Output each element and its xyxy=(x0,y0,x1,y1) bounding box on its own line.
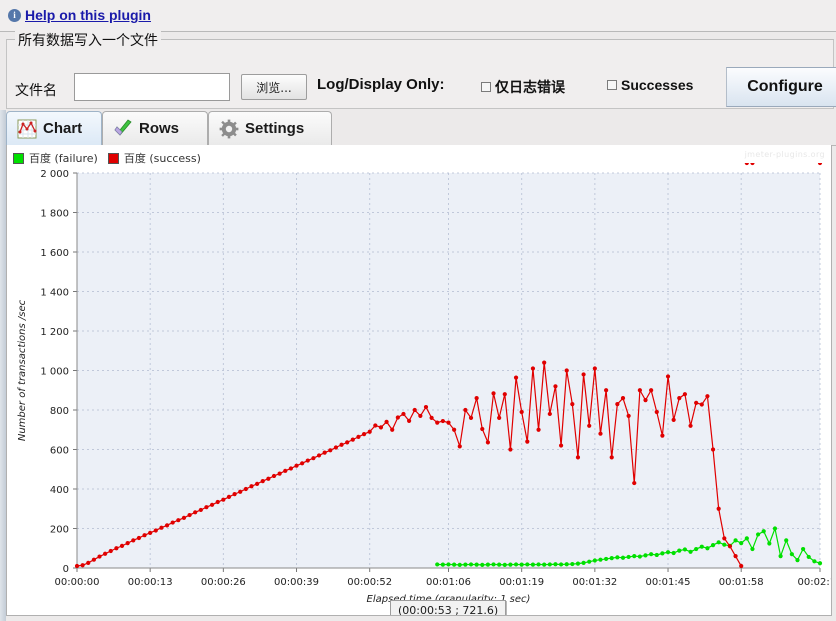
tab-chart[interactable]: Chart xyxy=(6,111,102,145)
svg-text:200: 200 xyxy=(50,525,69,536)
successes-checkbox[interactable]: Successes xyxy=(607,77,693,93)
svg-text:00:01:58: 00:01:58 xyxy=(719,577,764,588)
legend-swatch-success xyxy=(108,153,119,164)
browse-button[interactable]: 浏览... xyxy=(241,74,307,100)
svg-text:00:00:52: 00:00:52 xyxy=(347,577,392,588)
tab-settings-label: Settings xyxy=(245,120,304,137)
left-scroll-gutter[interactable] xyxy=(0,110,6,621)
tab-rows[interactable]: Rows xyxy=(102,111,208,145)
svg-text:1 400: 1 400 xyxy=(40,288,69,299)
checkbox-box-errors[interactable] xyxy=(481,82,491,92)
svg-text:00:00:00: 00:00:00 xyxy=(55,577,100,588)
svg-text:2 000: 2 000 xyxy=(40,169,69,180)
jmeter-plugin-window: i Help on this plugin 所有数据写入一个文件 文件名 浏览.… xyxy=(0,0,836,621)
svg-text:00:00:26: 00:00:26 xyxy=(201,577,246,588)
write-all-data-to-file-group: 所有数据写入一个文件 文件名 浏览... Log/Display Only: 仅… xyxy=(6,39,834,109)
configure-button[interactable]: Configure xyxy=(726,67,836,107)
filename-input[interactable] xyxy=(74,73,230,101)
svg-text:1 800: 1 800 xyxy=(40,209,69,220)
log-display-only-label: Log/Display Only: xyxy=(317,76,445,93)
svg-text:800: 800 xyxy=(50,406,69,417)
data-point-tooltip: (00:00:53 ; 721.6) xyxy=(390,600,506,616)
svg-text:0: 0 xyxy=(63,564,69,575)
svg-text:00:01:06: 00:01:06 xyxy=(426,577,471,588)
checkbox-box-successes[interactable] xyxy=(607,80,617,90)
filename-label: 文件名 xyxy=(15,80,57,100)
svg-text:600: 600 xyxy=(50,446,69,457)
errors-only-label: 仅日志错误 xyxy=(495,77,565,97)
help-bar: i Help on this plugin xyxy=(0,0,836,32)
svg-text:1 200: 1 200 xyxy=(40,327,69,338)
svg-text:00:02:12: 00:02:12 xyxy=(798,577,831,588)
svg-text:400: 400 xyxy=(50,485,69,496)
tab-settings[interactable]: Settings xyxy=(208,111,332,145)
help-on-this-plugin-link[interactable]: i Help on this plugin xyxy=(8,7,151,23)
chart-icon xyxy=(17,119,37,139)
info-icon: i xyxy=(8,9,21,22)
errors-only-checkbox[interactable]: 仅日志错误 xyxy=(481,77,565,97)
svg-text:00:01:19: 00:01:19 xyxy=(499,577,544,588)
svg-text:1 600: 1 600 xyxy=(40,248,69,259)
svg-text:Number of transactions /sec: Number of transactions /sec xyxy=(17,299,28,441)
gear-icon xyxy=(219,119,239,139)
svg-text:00:00:13: 00:00:13 xyxy=(128,577,173,588)
chart-panel: 百度 (failure) 百度 (success) jmeter-plugins… xyxy=(6,145,832,616)
legend-swatch-failure xyxy=(13,153,24,164)
check-icon xyxy=(113,119,133,139)
svg-text:00:01:45: 00:01:45 xyxy=(646,577,691,588)
tab-rows-label: Rows xyxy=(139,120,179,137)
tab-strip: Chart Rows Setti xyxy=(0,110,836,146)
group-title: 所有数据写入一个文件 xyxy=(15,30,161,50)
tab-chart-label: Chart xyxy=(43,120,82,137)
svg-text:1 000: 1 000 xyxy=(40,367,69,378)
watermark: jmeter-plugins.org xyxy=(745,150,825,159)
plot-area[interactable]: 0 200 400 600 800 1 000 1 200 1 400 1 600 1 800 2 … xyxy=(7,163,831,613)
svg-text:00:00:39: 00:00:39 xyxy=(274,577,319,588)
successes-label: Successes xyxy=(621,77,693,93)
help-link-label: Help on this plugin xyxy=(25,7,151,23)
svg-text:00:01:32: 00:01:32 xyxy=(572,577,617,588)
